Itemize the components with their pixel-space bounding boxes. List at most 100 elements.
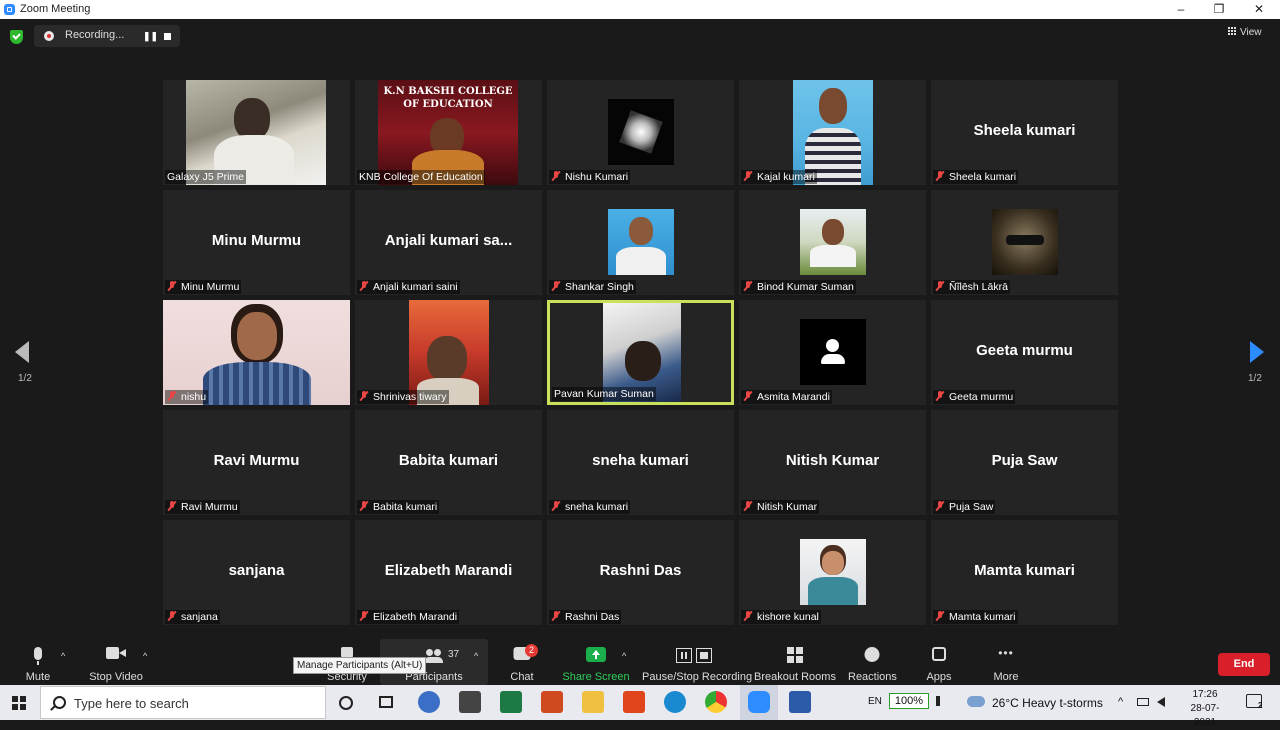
security-shield-icon[interactable] [10, 30, 23, 44]
participant-tile[interactable]: Geeta murmu Geeta murmu [931, 300, 1118, 405]
participant-display-name: Puja Saw [991, 452, 1058, 469]
participant-tile[interactable]: Nishu Kumari [547, 80, 734, 185]
participant-tile[interactable]: kishore kunal [739, 520, 926, 625]
breakout-rooms-button[interactable]: Breakout Rooms [754, 639, 836, 685]
participant-video [608, 99, 674, 165]
participant-tile[interactable]: Minu Murmu Minu Murmu [163, 190, 350, 295]
participant-tile[interactable]: sanjana sanjana [163, 520, 350, 625]
end-meeting-button[interactable]: End [1218, 653, 1270, 676]
office-icon[interactable] [623, 691, 645, 713]
participant-display-name: Mamta kumari [974, 562, 1075, 579]
participant-tile[interactable]: K.N BAKSHI COLLEGE OF EDUCATION KNB Coll… [355, 80, 542, 185]
previous-page-arrow-icon[interactable] [15, 341, 29, 363]
participant-name-label: KNB College Of Education [357, 170, 485, 184]
participant-display-name: Ravi Murmu [213, 452, 300, 469]
edge-icon[interactable] [664, 691, 686, 713]
volume-icon[interactable] [1157, 697, 1165, 707]
participant-tile[interactable]: sneha kumari sneha kumari [547, 410, 734, 515]
powerpoint-icon[interactable] [541, 691, 563, 713]
participant-video [800, 319, 866, 385]
view-button[interactable]: View [1228, 27, 1262, 38]
zoom-taskbar-icon[interactable] [748, 691, 770, 713]
language-indicator[interactable]: EN [868, 696, 882, 707]
participant-tile[interactable]: Sheela kumari Sheela kumari [931, 80, 1118, 185]
pause-recording-button[interactable]: ❚❚ [143, 30, 158, 42]
taskbar-search-box[interactable]: Type here to search [40, 686, 326, 719]
excel-icon[interactable] [500, 691, 522, 713]
audio-options-caret[interactable]: ^ [61, 651, 65, 661]
participants-options-caret[interactable]: ^ [474, 651, 478, 661]
participant-tile[interactable]: Puja Saw Puja Saw [931, 410, 1118, 515]
participant-display-name: Minu Murmu [211, 232, 302, 249]
maximize-button[interactable]: ❐ [1199, 0, 1239, 19]
stop-video-button[interactable]: Stop Video [86, 639, 146, 685]
participant-video [800, 539, 866, 605]
chrome-icon[interactable] [705, 691, 727, 713]
weather-text[interactable]: 26°C Heavy t-storms [992, 696, 1103, 710]
muted-mic-icon [935, 391, 945, 401]
next-page-arrow-icon[interactable] [1250, 341, 1264, 363]
muted-mic-icon [935, 501, 945, 511]
participant-display-name: Anjali kumari sa... [384, 232, 513, 249]
chat-button[interactable]: 2 Chat [500, 639, 544, 685]
participant-tile[interactable]: Rashni Das Rashni Das [547, 520, 734, 625]
search-placeholder: Type here to search [74, 696, 189, 711]
participant-tile[interactable]: nishu [163, 300, 350, 405]
more-button[interactable]: ••• More [986, 639, 1026, 685]
participant-video [608, 209, 674, 275]
participant-name-label: Mamta kumari [933, 610, 1018, 624]
video-options-caret[interactable]: ^ [143, 651, 147, 661]
stop-recording-button[interactable] [164, 33, 171, 40]
mute-button[interactable]: Mute [18, 639, 58, 685]
zoom-app-icon [4, 4, 15, 15]
clock-time: 17:26 [1192, 689, 1218, 700]
participant-tile[interactable]: Binod Kumar Suman [739, 190, 926, 295]
windows-start-icon[interactable] [12, 696, 26, 710]
file-explorer-icon[interactable] [582, 691, 604, 713]
close-window-button[interactable]: ✕ [1239, 0, 1279, 19]
participant-tile[interactable]: Nitish Kumar Nitish Kumar [739, 410, 926, 515]
participant-tile[interactable]: Elizabeth Marandi Elizabeth Marandi [355, 520, 542, 625]
tray-chevron-icon[interactable]: ^ [1118, 696, 1123, 708]
participant-tile[interactable]: Mamta kumari Mamta kumari [931, 520, 1118, 625]
muted-mic-icon [359, 281, 369, 291]
participant-name-label: Galaxy J5 Prime [165, 170, 247, 184]
participant-tile[interactable]: Ñĩlēsh Lākrā [931, 190, 1118, 295]
cortana-icon[interactable] [339, 696, 353, 710]
participant-tile[interactable]: Anjali kumari sa... Anjali kumari saini [355, 190, 542, 295]
active-speaker-tile[interactable]: Pavan Kumar Suman [547, 300, 734, 405]
apps-button[interactable]: Apps [920, 639, 958, 685]
participant-name-label: Shankar Singh [549, 280, 636, 294]
participant-tile[interactable]: Galaxy J5 Prime [163, 80, 350, 185]
task-view-icon[interactable] [379, 696, 393, 708]
word-icon[interactable] [789, 691, 811, 713]
participants-count: 37 [448, 649, 460, 660]
window-titlebar: Zoom Meeting – ❐ ✕ [0, 0, 1280, 19]
store-icon[interactable] [459, 691, 481, 713]
share-screen-button[interactable]: Share Screen [562, 639, 630, 685]
participant-tile[interactable]: Babita kumari Babita kumari [355, 410, 542, 515]
recording-label: Recording... [65, 29, 125, 41]
battery-indicator[interactable]: 100% [889, 693, 929, 709]
participant-name-label: kishore kunal [741, 610, 821, 624]
window-title: Zoom Meeting [20, 3, 91, 15]
app-icon-1[interactable] [418, 691, 440, 713]
college-banner-line1: K.N BAKSHI COLLEGE [383, 86, 513, 97]
windows-taskbar: Type here to search EN 100% 26°C Heavy t… [0, 685, 1280, 728]
participant-display-name: sanjana [228, 562, 285, 579]
participant-name-label: Elizabeth Marandi [357, 610, 460, 624]
minimize-button[interactable]: – [1161, 0, 1201, 19]
network-icon[interactable] [1137, 698, 1149, 706]
participant-video [800, 209, 866, 275]
pause-stop-recording-button[interactable]: Pause/Stop Recording [642, 639, 752, 685]
reactions-button[interactable]: Reactions [848, 639, 897, 685]
participant-tile[interactable]: Kajal kumari [739, 80, 926, 185]
system-clock[interactable]: 17:26 28-07-2021 [1180, 688, 1230, 730]
participant-tile[interactable]: Shrinivas tiwary [355, 300, 542, 405]
participant-tile[interactable]: Asmita Marandi [739, 300, 926, 405]
share-options-caret[interactable]: ^ [622, 651, 626, 661]
participant-display-name: Elizabeth Marandi [384, 562, 513, 579]
participant-tile[interactable]: Shankar Singh [547, 190, 734, 295]
participant-name-label: Minu Murmu [165, 280, 242, 294]
participant-tile[interactable]: Ravi Murmu Ravi Murmu [163, 410, 350, 515]
